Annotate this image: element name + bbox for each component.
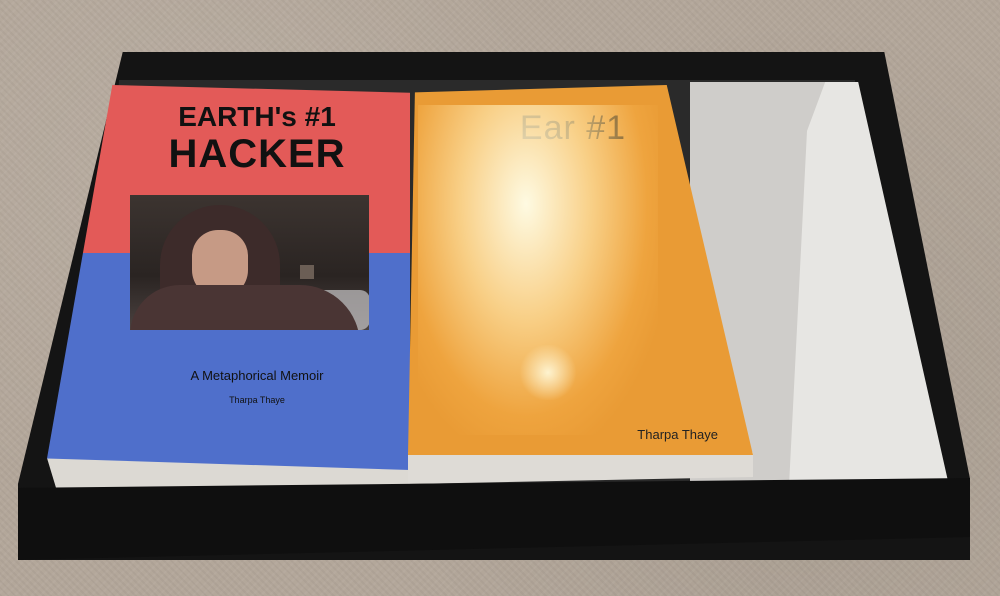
photo-scene: EARTH's #1 HACKER A Metaphorical Memoir …	[0, 0, 1000, 596]
book-left-title: EARTH's #1 HACKER	[107, 101, 407, 176]
photo-lamp	[300, 265, 314, 279]
photo-shoulders	[130, 285, 360, 330]
book-left-subtitle: A Metaphorical Memoir	[190, 368, 324, 383]
book-right-author: Tharpa Thaye	[637, 427, 718, 442]
cover-glare-spot	[518, 345, 578, 400]
author-photo	[130, 195, 369, 330]
book-left-author: Tharpa Thaye	[229, 395, 285, 405]
title-line-1: EARTH's #1	[178, 101, 336, 132]
title-line-2: HACKER	[168, 132, 346, 176]
